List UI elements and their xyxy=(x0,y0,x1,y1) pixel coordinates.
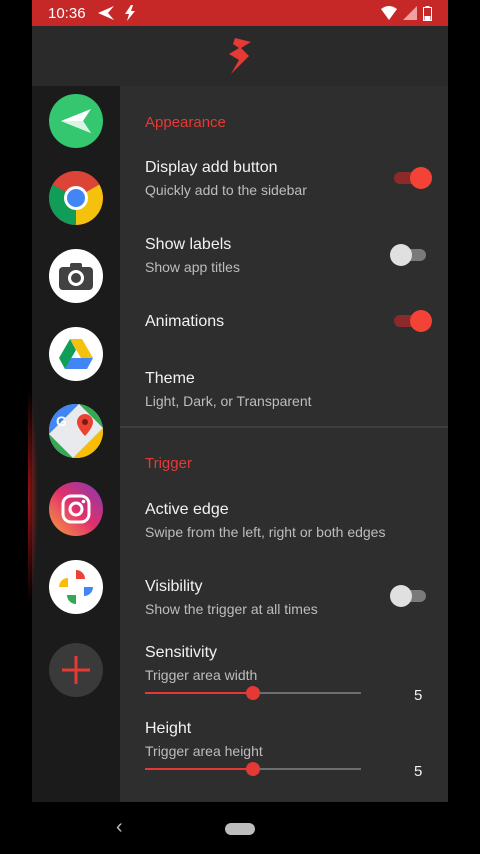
paper-plane-icon xyxy=(61,109,91,133)
sensitivity-slider[interactable] xyxy=(145,686,361,700)
sensitivity-value: 5 xyxy=(414,687,423,704)
setting-title: Theme xyxy=(145,370,195,387)
app-window: G Appearance Display add button Quickly … xyxy=(28,26,448,802)
setting-height: Height Trigger area height xyxy=(145,720,445,766)
setting-subtitle: Trigger area height xyxy=(145,743,263,759)
settings-panel: Appearance Display add button Quickly ad… xyxy=(120,86,448,802)
switch-thumb xyxy=(390,585,412,607)
plus-icon xyxy=(62,656,90,684)
visibility-switch[interactable] xyxy=(390,585,428,607)
cell-signal-icon xyxy=(403,6,417,20)
setting-sensitivity: Sensitivity Trigger area width xyxy=(145,644,445,690)
app-sidebar: G xyxy=(28,86,120,802)
display-add-button-switch[interactable] xyxy=(392,167,432,189)
back-icon[interactable]: ‹ xyxy=(116,816,123,839)
height-slider[interactable] xyxy=(145,762,361,776)
svg-text:G: G xyxy=(56,413,67,429)
setting-subtitle: Trigger area width xyxy=(145,667,258,683)
maps-icon[interactable]: G xyxy=(49,404,103,458)
setting-subtitle: Swipe from the left, right or both edges xyxy=(145,524,386,540)
slider-fill xyxy=(145,692,253,694)
setting-theme[interactable]: Theme Light, Dark, or Transparent xyxy=(145,370,445,416)
setting-title: Active edge xyxy=(145,501,229,518)
photos-icon[interactable] xyxy=(49,560,103,614)
slider-knob[interactable] xyxy=(246,686,260,700)
show-labels-switch[interactable] xyxy=(390,244,428,266)
status-time: 10:36 xyxy=(48,4,86,22)
battery-low-icon xyxy=(423,5,432,21)
home-pill-icon[interactable] xyxy=(225,823,255,835)
drive-icon[interactable] xyxy=(49,327,103,381)
bolt-notification-icon xyxy=(124,5,135,21)
setting-title: Sensitivity xyxy=(145,644,218,661)
camera-icon[interactable] xyxy=(49,249,103,303)
slider-knob[interactable] xyxy=(246,762,260,776)
wifi-icon xyxy=(381,6,397,20)
switch-thumb xyxy=(410,167,432,189)
section-title-appearance: Appearance xyxy=(145,114,226,131)
send-app-icon[interactable] xyxy=(49,94,103,148)
section-title-trigger: Trigger xyxy=(145,455,192,472)
setting-subtitle: Light, Dark, or Transparent xyxy=(145,393,312,409)
trigger-edge-glow xyxy=(28,386,38,606)
switch-thumb xyxy=(390,244,412,266)
app-header xyxy=(32,26,448,87)
send-notification-icon xyxy=(97,6,114,20)
animations-switch[interactable] xyxy=(392,310,432,332)
navigation-bar: ‹ xyxy=(0,802,480,854)
slider-fill xyxy=(145,768,253,770)
setting-active-edge[interactable]: Active edge Swipe from the left, right o… xyxy=(145,501,445,547)
switch-thumb xyxy=(410,310,432,332)
add-app-button[interactable] xyxy=(49,643,103,697)
height-value: 5 xyxy=(414,763,423,780)
section-divider xyxy=(120,426,448,428)
chrome-icon[interactable] xyxy=(49,171,103,225)
instagram-icon[interactable] xyxy=(49,482,103,536)
setting-title: Height xyxy=(145,720,192,737)
app-logo-icon xyxy=(229,38,251,74)
status-bar: 10:36 xyxy=(32,0,448,26)
